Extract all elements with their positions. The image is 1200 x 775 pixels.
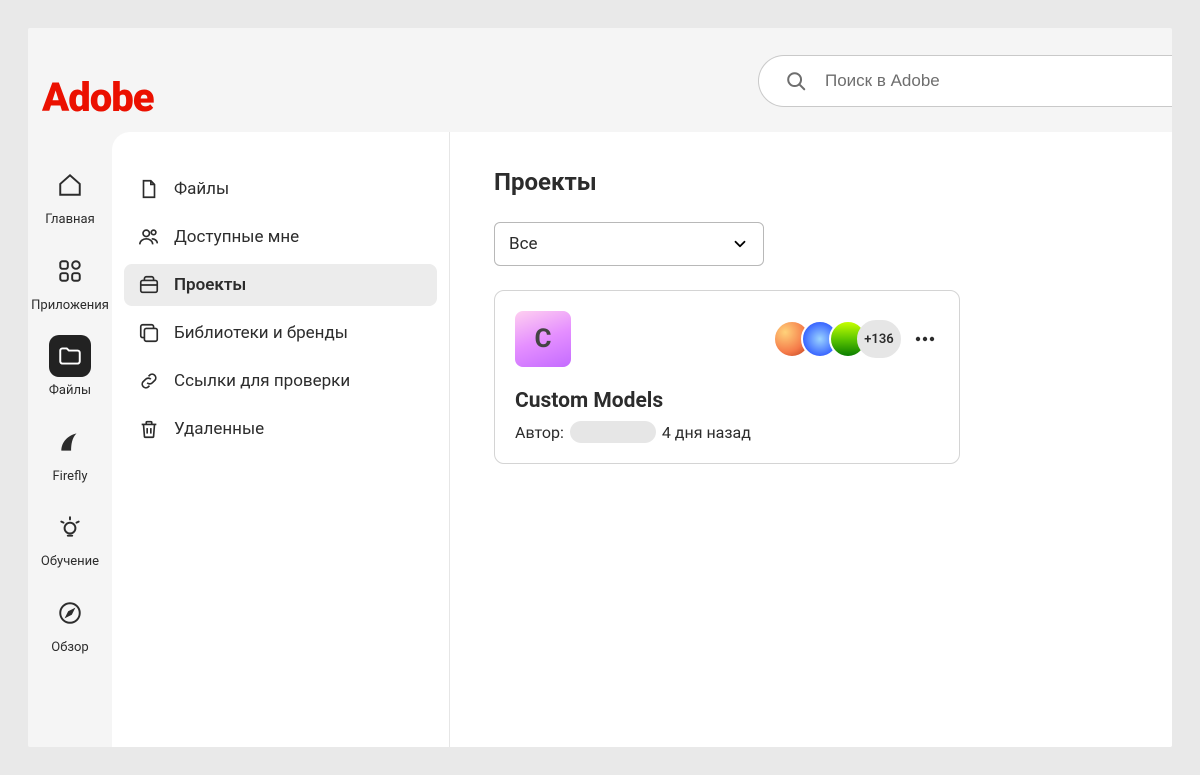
rail-label: Файлы — [49, 383, 91, 399]
people-icon — [138, 226, 160, 248]
sidebar-item-label: Файлы — [174, 179, 229, 199]
rail-item-home[interactable]: Главная — [34, 158, 106, 234]
project-meta: Автор: 4 дня назад — [515, 421, 939, 443]
page-title: Проекты — [494, 168, 1128, 196]
link-icon — [138, 370, 160, 392]
search-icon — [785, 70, 807, 92]
projects-icon — [138, 274, 160, 296]
more-options-button[interactable] — [911, 325, 939, 353]
sidebar-item-label: Доступные мне — [174, 227, 299, 247]
rail-label: Приложения — [31, 298, 109, 314]
project-thumbnail: C — [515, 311, 571, 367]
rail-label: Обучение — [41, 554, 99, 570]
content-panel: Файлы Доступные мне Проекты Библиотеки и… — [112, 132, 1172, 747]
compass-icon — [49, 592, 91, 634]
sidebar-item-libraries[interactable]: Библиотеки и бренды — [124, 312, 437, 354]
sidebar-item-deleted[interactable]: Удаленные — [124, 408, 437, 450]
sidebar-item-shared[interactable]: Доступные мне — [124, 216, 437, 258]
project-timestamp: 4 дня назад — [662, 423, 751, 442]
folder-icon — [49, 335, 91, 377]
rail-item-apps[interactable]: Приложения — [34, 244, 106, 320]
rail-item-explore[interactable]: Обзор — [34, 586, 106, 662]
main-content: Проекты Все C +136 — [450, 132, 1172, 747]
rail-label: Главная — [45, 212, 94, 228]
sidebar-item-review-links[interactable]: Ссылки для проверки — [124, 360, 437, 402]
author-name-redacted — [570, 421, 656, 443]
left-rail: Главная Приложения Файлы Firefly — [28, 158, 112, 662]
files-sidebar: Файлы Доступные мне Проекты Библиотеки и… — [112, 132, 450, 747]
rail-label: Обзор — [51, 640, 88, 656]
rail-item-files[interactable]: Файлы — [34, 329, 106, 405]
card-header: C +136 — [515, 311, 939, 367]
project-title: Custom Models — [515, 389, 939, 413]
card-actions: +136 — [773, 320, 939, 358]
apps-icon — [49, 250, 91, 292]
sidebar-item-label: Удаленные — [174, 419, 264, 439]
brand-logo: Adobe — [42, 74, 154, 121]
rail-label: Firefly — [52, 469, 87, 485]
rail-item-learn[interactable]: Обучение — [34, 500, 106, 576]
filter-dropdown[interactable]: Все — [494, 222, 764, 266]
rail-item-firefly[interactable]: Firefly — [34, 415, 106, 491]
project-card[interactable]: C +136 Cu — [494, 290, 960, 464]
lightbulb-icon — [49, 506, 91, 548]
avatar-overflow-count: +136 — [857, 320, 901, 358]
trash-icon — [138, 418, 160, 440]
search-bar[interactable] — [758, 55, 1172, 107]
file-icon — [138, 178, 160, 200]
sidebar-item-label: Библиотеки и бренды — [174, 323, 348, 343]
home-icon — [49, 164, 91, 206]
collaborator-avatars[interactable]: +136 — [773, 320, 901, 358]
search-input[interactable] — [825, 71, 1172, 91]
libraries-icon — [138, 322, 160, 344]
sidebar-item-label: Ссылки для проверки — [174, 371, 350, 391]
ellipsis-icon — [913, 327, 937, 351]
sidebar-item-projects[interactable]: Проекты — [124, 264, 437, 306]
chevron-down-icon — [731, 235, 749, 253]
sidebar-item-label: Проекты — [174, 275, 246, 295]
sidebar-item-files[interactable]: Файлы — [124, 168, 437, 210]
filter-selected-label: Все — [509, 234, 538, 254]
author-label: Автор: — [515, 423, 564, 442]
firefly-icon — [49, 421, 91, 463]
app-shell: Adobe Главная Приложения — [28, 28, 1172, 747]
